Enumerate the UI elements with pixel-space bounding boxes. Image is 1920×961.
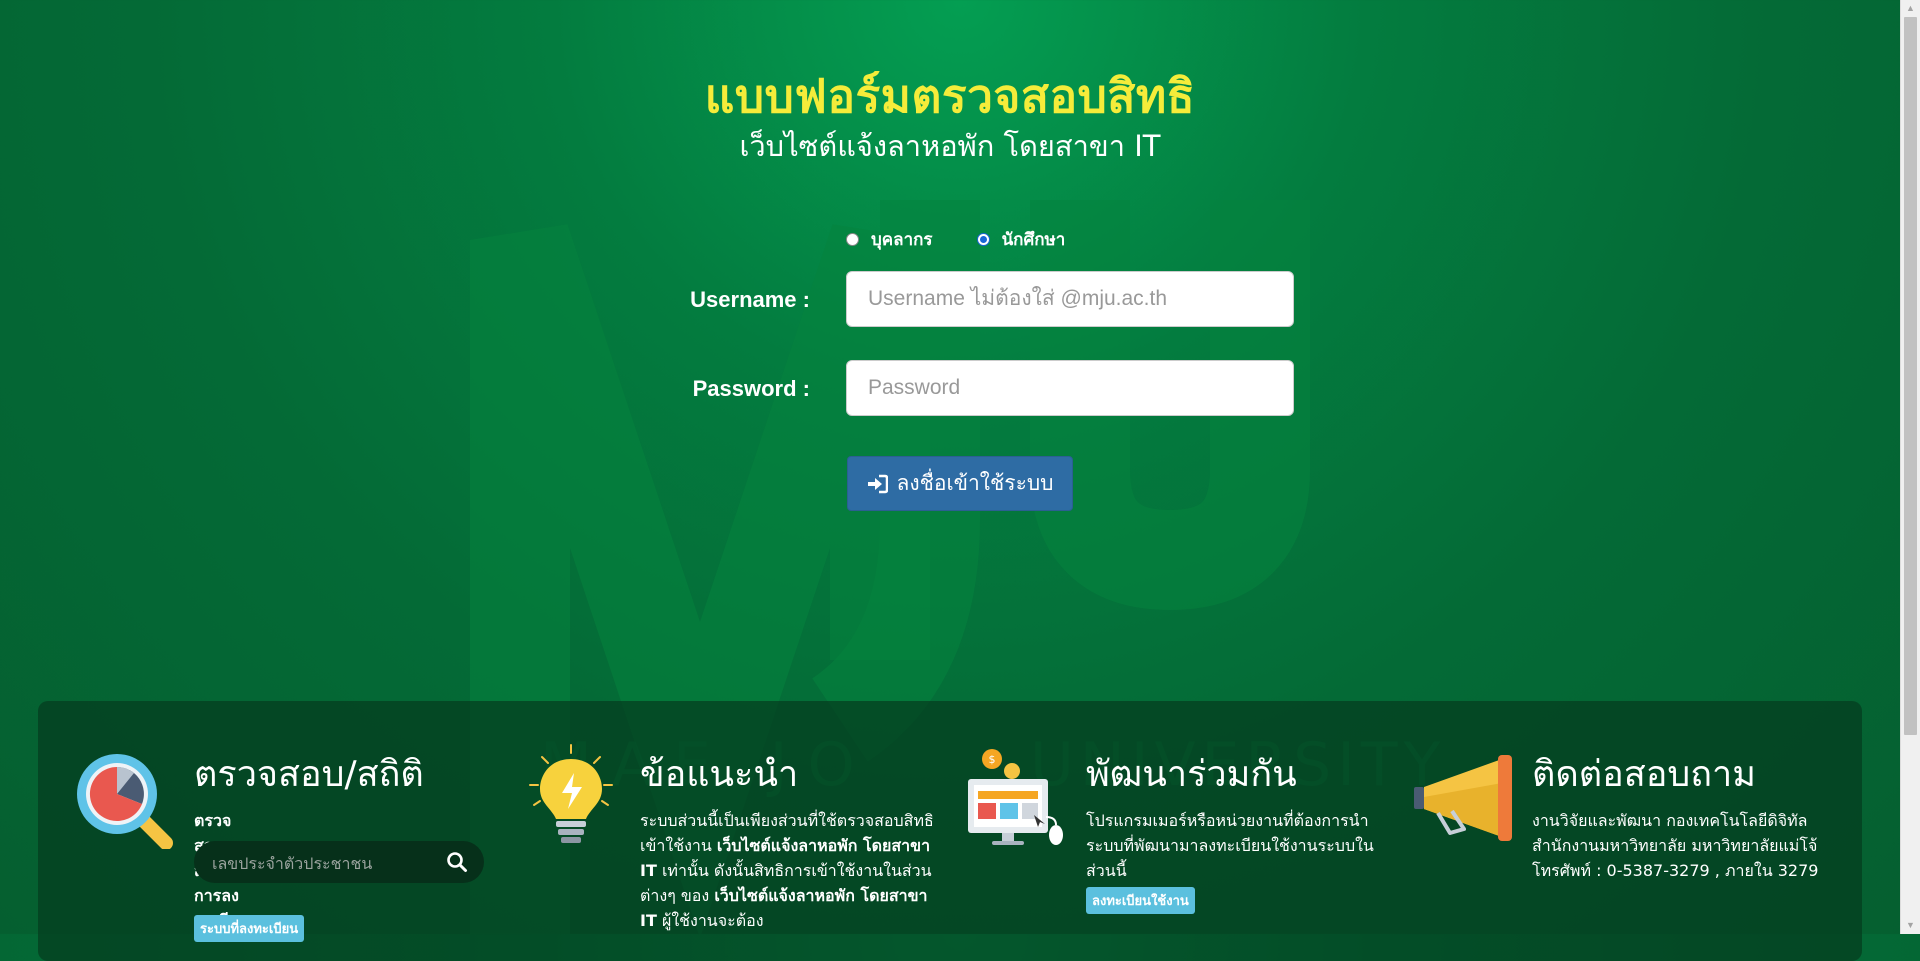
password-label: Password :: [692, 376, 810, 401]
sign-in-icon: [868, 474, 889, 493]
radio-student-label: นักศึกษา: [1001, 230, 1066, 249]
contact-title: ติดต่อสอบถาม: [1532, 754, 1756, 795]
radio-option-staff[interactable]: บุคลากร: [846, 226, 933, 253]
lightbulb-icon: [529, 744, 613, 843]
login-button-label: ลงชื่อเข้าใช้ระบบ: [896, 471, 1054, 495]
magnifier-chart-icon: [77, 754, 173, 849]
computer-icon: $: [968, 749, 1063, 845]
register-usage-badge[interactable]: ลงทะเบียนใช้งาน: [1086, 887, 1195, 914]
username-input[interactable]: Username ไม่ต้องใส่ @mju.ac.th: [846, 271, 1294, 327]
scrollbar-thumb[interactable]: [1904, 17, 1917, 735]
page-scrollbar[interactable]: ▲ ▼: [1900, 0, 1920, 934]
login-button[interactable]: ลงชื่อเข้าใช้ระบบ: [847, 456, 1073, 511]
advice-title: ข้อแนะนำ: [640, 754, 799, 795]
page-subtitle: เว็บไซต์แจ้งลาหอพัก โดยสาขา IT: [739, 129, 1161, 163]
info-panel: ตรวจสอบ/สถิติ ตรวจสอบสถานะการลงทะเบียน ร…: [38, 701, 1862, 961]
check-title: ตรวจสอบ/สถิติ: [194, 754, 424, 795]
search-icon[interactable]: [446, 851, 468, 873]
svg-text:$: $: [989, 753, 996, 766]
develop-text: โปรแกรมเมอร์หรือหน่วยงานที่ต้องการนำระบบ…: [1086, 811, 1374, 880]
radio-option-student[interactable]: นักศึกษา: [976, 226, 1066, 253]
registered-systems-badge[interactable]: ระบบที่ลงทะเบียน: [194, 915, 305, 942]
scroll-down-arrow-icon[interactable]: ▼: [1901, 917, 1920, 934]
password-input[interactable]: Password: [846, 360, 1294, 416]
radio-student[interactable]: [976, 233, 990, 246]
username-label: Username :: [690, 287, 810, 312]
advice-text: ระบบส่วนนี้เป็นเพียงส่วนที่ใช้ตรวจสอบสิท…: [640, 811, 934, 930]
contact-text: งานวิจัยและพัฒนา กองเทคโนโลยีดิจิทัล สำน…: [1532, 811, 1819, 880]
id-search-box: [194, 841, 484, 885]
radio-staff-label: บุคลากร: [871, 230, 933, 249]
scroll-up-arrow-icon[interactable]: ▲: [1901, 0, 1920, 17]
radio-staff[interactable]: [846, 233, 859, 246]
megaphone-icon: [1414, 755, 1512, 841]
develop-title: พัฒนาร่วมกัน: [1086, 754, 1297, 795]
citizen-id-input[interactable]: [210, 841, 444, 885]
user-type-radio-group: บุคลากร นักศึกษา: [846, 226, 1109, 253]
